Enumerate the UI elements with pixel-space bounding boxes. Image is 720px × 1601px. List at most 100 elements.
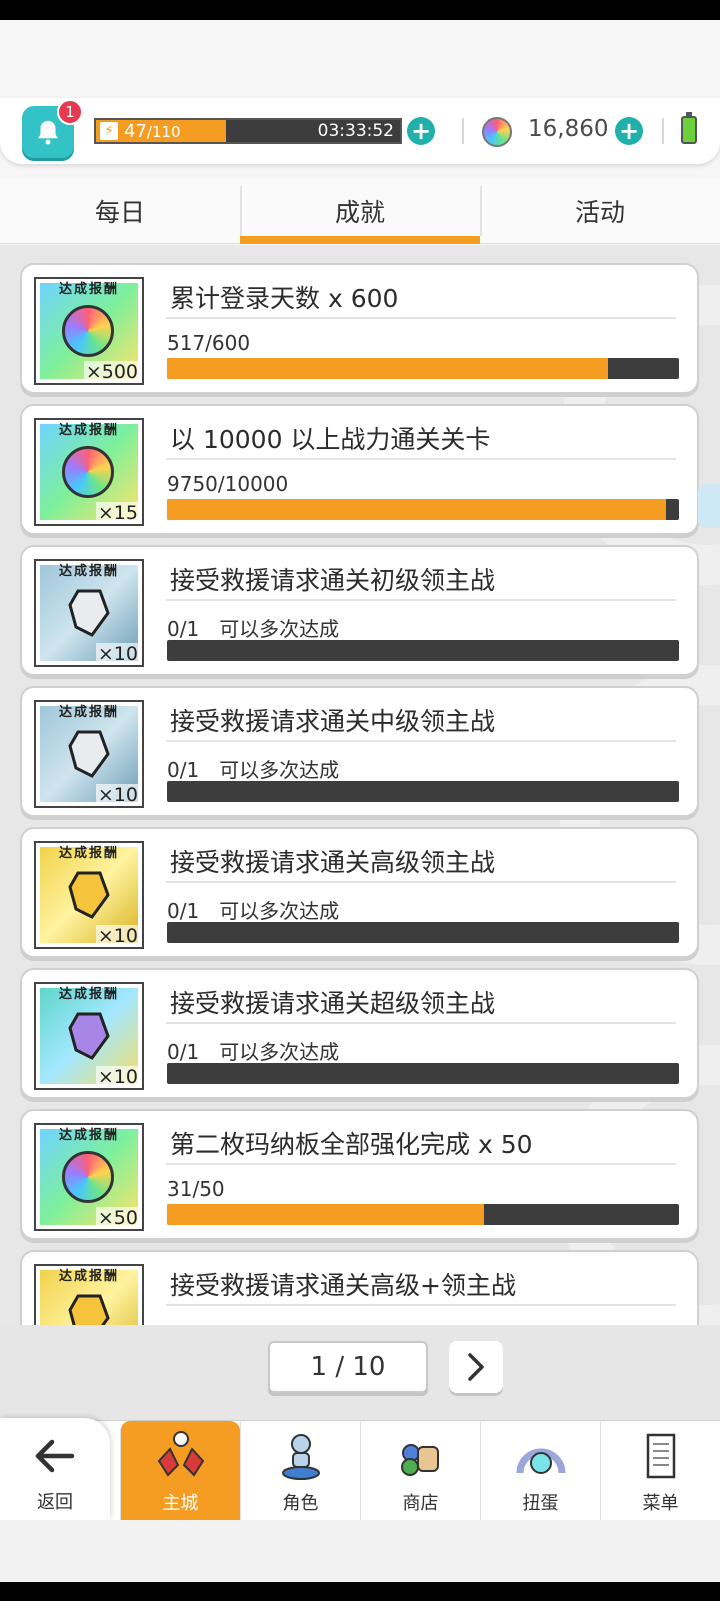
progress-bar bbox=[167, 358, 679, 379]
menu-icon bbox=[646, 1433, 676, 1479]
nav-menu[interactable]: 菜单 bbox=[600, 1421, 720, 1521]
achievement-card[interactable]: 达成报酬 ×15 以 10000 以上战力通关关卡 9750/10000 bbox=[20, 404, 699, 535]
back-button[interactable]: 返回 bbox=[0, 1418, 110, 1520]
notification-badge: 1 bbox=[57, 99, 83, 125]
nav-shop[interactable]: 商店 bbox=[360, 1421, 480, 1521]
reward-box: 达成报酬 ×15 bbox=[34, 418, 144, 526]
achievement-card[interactable]: 达成报酬 ×50 第二枚玛纳板全部强化完成 x 50 31/50 bbox=[20, 1109, 699, 1240]
achievement-title: 接受救援请求通关高级+领主战 bbox=[170, 1271, 516, 1300]
achievement-title: 第二枚玛纳板全部强化完成 x 50 bbox=[170, 1130, 533, 1159]
stamina-timer: 03:33:52 bbox=[317, 121, 394, 141]
nav-label: 主城 bbox=[162, 1493, 199, 1514]
side-drawer-tab[interactable] bbox=[698, 484, 720, 528]
reward-box: 达成报酬 ×10 bbox=[34, 700, 144, 808]
add-gems-button[interactable]: + bbox=[615, 117, 643, 145]
hud-divider bbox=[662, 118, 664, 144]
achievement-list[interactable]: 达成报酬 ×500 累计登录天数 x 600 517/600 达成报酬 ×15 以 1000… bbox=[0, 245, 720, 1325]
rainbow-orb-icon bbox=[62, 446, 114, 498]
progress-value: 0/1 bbox=[167, 1040, 200, 1064]
achievement-card[interactable]: 达成报酬 ×10 接受救援请求通关中级领主战 0/1 可以多次达成 bbox=[20, 686, 699, 817]
achievement-title: 累计登录天数 x 600 bbox=[170, 284, 399, 313]
progress-bar bbox=[167, 781, 679, 802]
title-divider bbox=[166, 317, 676, 319]
stamina-max: /110 bbox=[146, 123, 181, 141]
page-indicator: 1 / 10 bbox=[268, 1341, 428, 1393]
achievement-card[interactable]: 达成报酬 接受救援请求通关高级+领主战 bbox=[20, 1250, 699, 1325]
achievement-title: 接受救援请求通关高级领主战 bbox=[170, 848, 496, 877]
purple-crystal-icon bbox=[68, 1012, 110, 1060]
back-label: 返回 bbox=[37, 1492, 73, 1513]
achievement-title: 接受救援请求通关中级领主战 bbox=[170, 707, 496, 736]
title-divider bbox=[166, 1163, 676, 1165]
progress-value: 0/1 bbox=[167, 899, 200, 923]
reward-quantity: ×15 bbox=[95, 502, 140, 524]
progress-fill bbox=[167, 358, 609, 379]
progress-bar bbox=[167, 499, 679, 520]
progress-fill bbox=[167, 1204, 485, 1225]
silver-crystal-icon bbox=[68, 730, 110, 778]
stamina-value: 47/110 bbox=[124, 121, 181, 142]
nav-character[interactable]: 角色 bbox=[240, 1421, 360, 1521]
achievement-title: 以 10000 以上战力通关关卡 bbox=[170, 425, 491, 454]
nav-label: 商店 bbox=[402, 1493, 439, 1514]
achievement-card[interactable]: 达成报酬 ×500 累计登录天数 x 600 517/600 bbox=[20, 263, 699, 394]
gacha-icon bbox=[516, 1448, 566, 1474]
repeatable-note: 可以多次达成 bbox=[219, 617, 340, 641]
gold-crystal-icon bbox=[68, 871, 110, 919]
progress-bar bbox=[167, 922, 679, 943]
achievement-card[interactable]: 达成报酬 ×10 接受救援请求通关高级领主战 0/1 可以多次达成 bbox=[20, 827, 699, 958]
nav-label: 菜单 bbox=[642, 1493, 679, 1514]
gem-count: 16,860 bbox=[528, 116, 609, 142]
stamina-bar: ⚡ 47/110 03:33:52 bbox=[94, 118, 402, 144]
reward-quantity: ×10 bbox=[95, 643, 140, 665]
next-page-button[interactable] bbox=[449, 1341, 503, 1393]
nav-gacha[interactable]: 扭蛋 bbox=[480, 1421, 600, 1521]
progress-fill bbox=[167, 499, 667, 520]
reward-label: 达成报酬 bbox=[58, 987, 119, 1002]
reward-box: 达成报酬 ×10 bbox=[34, 982, 144, 1090]
progress-text: 9750/10000 bbox=[167, 472, 288, 496]
tab-events[interactable]: 活动 bbox=[480, 178, 720, 244]
chevron-right-icon bbox=[468, 1353, 484, 1381]
tab-label: 成就 bbox=[334, 198, 385, 227]
reward-box: 达成报酬 ×50 bbox=[34, 1123, 144, 1231]
system-nav-area bbox=[0, 1520, 720, 1582]
gold-crystal-icon bbox=[68, 1294, 110, 1325]
progress-value: 517/600 bbox=[167, 331, 251, 355]
progress-bar bbox=[167, 1204, 679, 1225]
lightning-icon: ⚡ bbox=[100, 122, 118, 140]
silver-crystal-icon bbox=[68, 589, 110, 637]
arrow-left-icon bbox=[35, 1439, 75, 1473]
mission-tabs: 每日 成就 活动 bbox=[0, 178, 720, 244]
character-icon bbox=[282, 1434, 320, 1480]
achievement-title: 接受救援请求通关超级领主战 bbox=[170, 989, 496, 1018]
progress-value: 31/50 bbox=[167, 1177, 225, 1201]
bottom-bezel bbox=[0, 1582, 720, 1601]
reward-label: 达成报酬 bbox=[58, 846, 119, 861]
repeatable-note: 可以多次达成 bbox=[219, 758, 340, 782]
nav-main-city[interactable]: 主城 bbox=[120, 1421, 240, 1521]
reward-label: 达成报酬 bbox=[58, 705, 119, 720]
reward-box: 达成报酬 bbox=[34, 1264, 144, 1325]
reward-box: 达成报酬 ×500 bbox=[34, 277, 144, 385]
progress-text: 0/1 可以多次达成 bbox=[167, 613, 339, 642]
title-divider bbox=[166, 881, 676, 883]
tab-daily[interactable]: 每日 bbox=[0, 178, 240, 244]
add-stamina-button[interactable]: + bbox=[407, 117, 435, 145]
system-status-bar bbox=[0, 0, 720, 20]
repeatable-note: 可以多次达成 bbox=[219, 1040, 340, 1064]
reward-label: 达成报酬 bbox=[58, 423, 119, 438]
reward-quantity: ×500 bbox=[83, 361, 140, 383]
rainbow-orb-icon bbox=[62, 1151, 114, 1203]
plus-icon: + bbox=[410, 117, 432, 145]
progress-text: 517/600 bbox=[167, 331, 250, 355]
title-divider bbox=[166, 458, 676, 460]
progress-bar bbox=[167, 1063, 679, 1084]
gem-icon bbox=[482, 117, 512, 147]
achievement-card[interactable]: 达成报酬 ×10 接受救援请求通关初级领主战 0/1 可以多次达成 bbox=[20, 545, 699, 676]
nav-label: 角色 bbox=[282, 1493, 319, 1514]
progress-text: 0/1 可以多次达成 bbox=[167, 754, 339, 783]
tab-achievements[interactable]: 成就 bbox=[240, 178, 480, 244]
plus-icon: + bbox=[618, 117, 640, 145]
achievement-card[interactable]: 达成报酬 ×10 接受救援请求通关超级领主战 0/1 可以多次达成 bbox=[20, 968, 699, 1099]
